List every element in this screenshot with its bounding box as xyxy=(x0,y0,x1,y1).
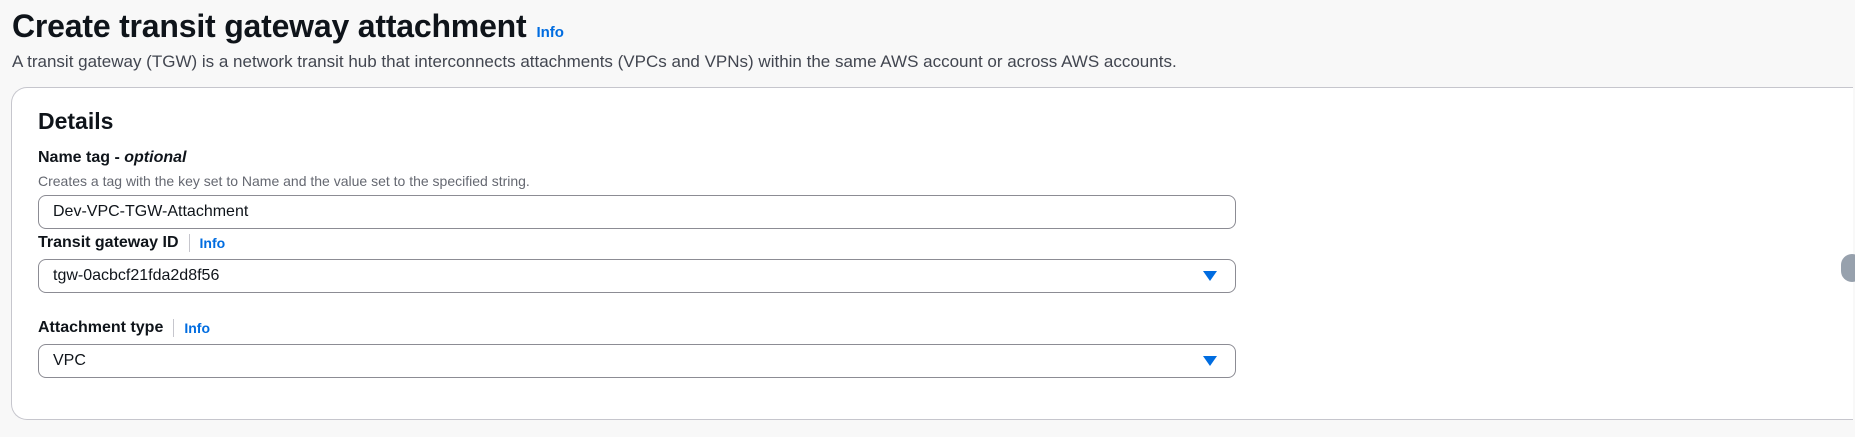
name-tag-field: Name tag - optional Creates a tag with t… xyxy=(38,147,1236,229)
attachment-type-select[interactable]: VPC xyxy=(38,344,1236,378)
caret-down-icon xyxy=(1203,356,1217,366)
attachment-type-label-row: Attachment type Info xyxy=(38,317,1236,339)
transit-gateway-id-label-row: Transit gateway ID Info xyxy=(38,232,1236,254)
transit-gateway-id-value: tgw-0acbcf21fda2d8f56 xyxy=(53,267,220,284)
page-title: Create transit gateway attachment xyxy=(12,8,527,44)
name-tag-label-text: Name tag - xyxy=(38,149,125,166)
transit-gateway-id-field: Transit gateway ID Info tgw-0acbcf21fda2… xyxy=(38,232,1236,293)
name-tag-optional: optional xyxy=(124,149,187,166)
transit-gateway-id-select[interactable]: tgw-0acbcf21fda2d8f56 xyxy=(38,259,1236,293)
name-tag-input[interactable] xyxy=(38,195,1236,229)
name-tag-label-row: Name tag - optional xyxy=(38,147,1236,169)
attachment-type-label: Attachment type xyxy=(38,319,164,336)
details-container: Details Name tag - optional Creates a ta… xyxy=(11,87,1855,420)
title-row: Create transit gateway attachment Info xyxy=(12,6,1855,46)
label-divider xyxy=(173,319,175,337)
name-tag-hint: Creates a tag with the key set to Name a… xyxy=(38,173,530,189)
caret-down-icon xyxy=(1203,271,1217,281)
attachment-type-info-link[interactable]: Info xyxy=(184,320,210,336)
name-tag-label: Name tag - optional xyxy=(38,149,186,167)
transit-gateway-id-info-link[interactable]: Info xyxy=(200,235,226,251)
details-title: Details xyxy=(38,108,114,134)
page-header: Create transit gateway attachment Info A… xyxy=(12,6,1855,73)
transit-gateway-id-label: Transit gateway ID xyxy=(38,234,179,251)
label-divider xyxy=(188,234,190,252)
page-info-link[interactable]: Info xyxy=(536,24,564,41)
attachment-type-field: Attachment type Info VPC xyxy=(38,317,1236,378)
panel-edge-handle[interactable] xyxy=(1841,254,1855,282)
attachment-type-value: VPC xyxy=(53,352,86,369)
page-description: A transit gateway (TGW) is a network tra… xyxy=(12,52,1177,71)
